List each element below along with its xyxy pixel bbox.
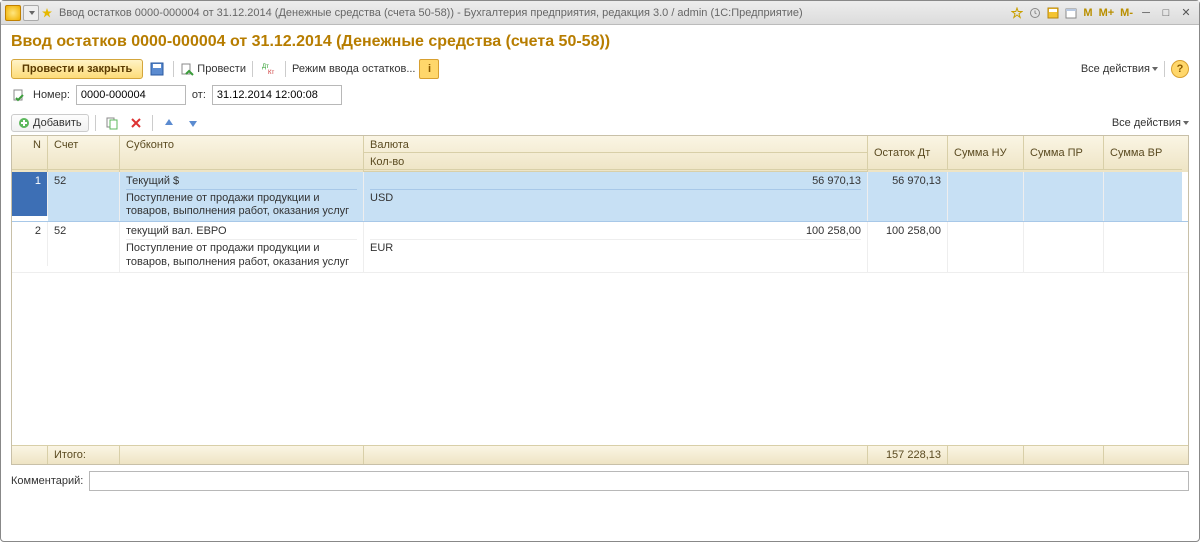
from-label: от: xyxy=(192,89,206,101)
cell-sum-vr xyxy=(1104,222,1182,271)
window-title: Ввод остатков 0000-000004 от 31.12.2014 … xyxy=(59,7,1009,19)
grid-body[interactable]: 1 52 Текущий $ Поступление от продажи пр… xyxy=(12,172,1188,445)
help-button[interactable]: ? xyxy=(1171,60,1189,78)
maximize-button[interactable]: □ xyxy=(1157,6,1175,20)
separator xyxy=(285,61,286,77)
date-input[interactable] xyxy=(212,85,342,105)
calendar-icon[interactable] xyxy=(1063,5,1079,21)
cell-sum-nu xyxy=(948,172,1024,221)
page-title: Ввод остатков 0000-000004 от 31.12.2014 … xyxy=(11,33,1189,51)
delete-row-button[interactable] xyxy=(126,113,146,133)
cell-currency: 56 970,13 USD xyxy=(364,172,868,221)
table-grid: N Счет Субконто Валюта Остаток Дт Сумма … xyxy=(11,135,1189,465)
cell-sum-pr xyxy=(1024,222,1104,271)
app-menu-dropdown[interactable] xyxy=(23,5,39,21)
grid-footer: Итого: 157 228,13 xyxy=(12,445,1188,464)
col-qty[interactable]: Кол-во xyxy=(364,152,868,172)
post-label: Провести xyxy=(197,63,246,75)
app-1c-icon[interactable] xyxy=(5,5,21,21)
separator xyxy=(95,115,96,131)
svg-text:Кт: Кт xyxy=(268,70,274,76)
table-row[interactable]: 2 52 текущий вал. ЕВРО Поступление от пр… xyxy=(12,222,1188,272)
main-toolbar: Провести и закрыть Провести ДтКт Режим в… xyxy=(11,59,1189,79)
cell-n: 1 xyxy=(12,172,48,216)
post-button[interactable]: Провести xyxy=(180,62,246,76)
col-balance-dt[interactable]: Остаток Дт xyxy=(868,136,948,170)
cell-subconto: Текущий $ Поступление от продажи продукц… xyxy=(120,172,364,221)
minimize-button[interactable]: ─ xyxy=(1137,6,1155,20)
dt-kt-button[interactable]: ДтКт xyxy=(259,59,279,79)
favorite-icon[interactable] xyxy=(1009,5,1025,21)
separator xyxy=(152,115,153,131)
entry-mode-button[interactable]: Режим ввода остатков... xyxy=(292,63,416,75)
cell-account: 52 xyxy=(48,222,120,271)
comment-label: Комментарий: xyxy=(11,475,83,487)
cell-account: 52 xyxy=(48,172,120,221)
cell-n: 2 xyxy=(12,222,48,266)
col-sum-nu[interactable]: Сумма НУ xyxy=(948,136,1024,170)
post-and-close-button[interactable]: Провести и закрыть xyxy=(11,59,143,79)
table-all-actions-button[interactable]: Все действия xyxy=(1112,117,1189,129)
grid-header: N Счет Субконто Валюта Остаток Дт Сумма … xyxy=(12,136,1188,172)
separator xyxy=(1164,61,1165,77)
move-up-button[interactable] xyxy=(159,113,179,133)
cell-subconto: текущий вал. ЕВРО Поступление от продажи… xyxy=(120,222,364,271)
close-button[interactable]: ✕ xyxy=(1177,6,1195,20)
m-button[interactable]: M xyxy=(1081,7,1094,19)
copy-row-button[interactable] xyxy=(102,113,122,133)
move-down-button[interactable] xyxy=(183,113,203,133)
cell-balance-dt: 100 258,00 xyxy=(868,222,948,271)
m-plus-button[interactable]: M+ xyxy=(1097,7,1117,19)
form-row: Номер: от: xyxy=(11,85,1189,105)
calculator-icon[interactable] xyxy=(1045,5,1061,21)
all-actions-button[interactable]: Все действия xyxy=(1081,63,1158,75)
history-icon[interactable] xyxy=(1027,5,1043,21)
number-label: Номер: xyxy=(33,89,70,101)
cell-sum-pr xyxy=(1024,172,1104,221)
window-titlebar: Ввод остатков 0000-000004 от 31.12.2014 … xyxy=(1,1,1199,25)
table-row[interactable]: 1 52 Текущий $ Поступление от продажи пр… xyxy=(12,172,1188,222)
separator xyxy=(252,61,253,77)
cell-sum-vr xyxy=(1104,172,1182,221)
footer-total-dt: 157 228,13 xyxy=(868,446,948,464)
col-sum-pr[interactable]: Сумма ПР xyxy=(1024,136,1104,170)
footer-total-label: Итого: xyxy=(48,446,120,464)
m-minus-button[interactable]: M- xyxy=(1118,7,1135,19)
table-toolbar: Добавить Все действия xyxy=(11,113,1189,133)
comment-input[interactable] xyxy=(89,471,1189,491)
comment-row: Комментарий: xyxy=(11,471,1189,491)
add-button[interactable]: Добавить xyxy=(11,114,89,132)
separator xyxy=(173,61,174,77)
document-posted-icon xyxy=(11,87,27,103)
info-button[interactable]: i xyxy=(419,59,439,79)
cell-currency: 100 258,00 EUR xyxy=(364,222,868,271)
col-sum-vr[interactable]: Сумма ВР xyxy=(1104,136,1182,170)
number-input[interactable] xyxy=(76,85,186,105)
cell-balance-dt: 56 970,13 xyxy=(868,172,948,221)
add-label: Добавить xyxy=(33,117,82,129)
star-icon[interactable] xyxy=(41,7,53,19)
save-button[interactable] xyxy=(147,59,167,79)
cell-sum-nu xyxy=(948,222,1024,271)
